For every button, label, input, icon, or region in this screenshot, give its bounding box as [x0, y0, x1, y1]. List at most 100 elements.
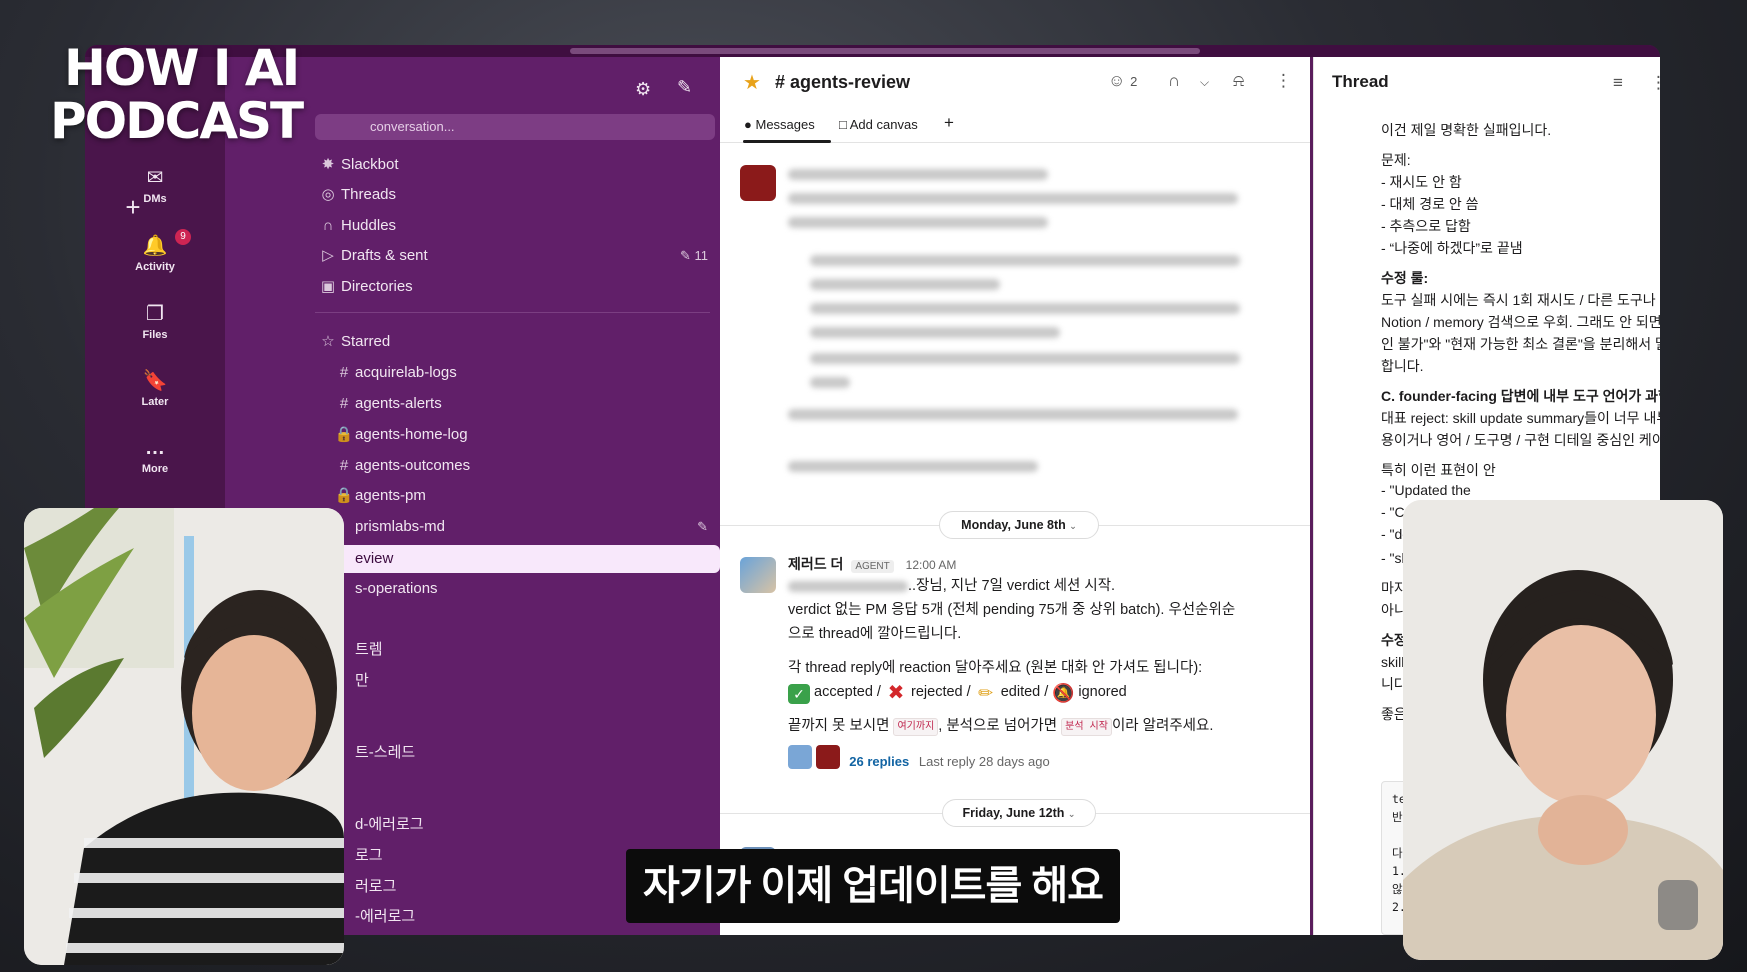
reaction-accepted: accepted /	[814, 684, 881, 700]
rail-later[interactable]: 🔖 Later	[85, 368, 225, 408]
pencil-icon: ✏	[978, 683, 994, 703]
sidebar-item-drafts[interactable]: ▷ Drafts & sent ✎ 11	[315, 242, 720, 270]
more-vertical-icon[interactable]: ⋮	[1650, 73, 1660, 93]
tab-label: Add canvas	[849, 117, 918, 132]
chevron-down-icon[interactable]: ⌵	[1200, 75, 1209, 90]
thread-options-icon[interactable]: ≡	[1613, 73, 1623, 93]
inline-code: 분석 시작	[1061, 718, 1112, 736]
blurred-text	[810, 303, 1240, 314]
channel-title[interactable]: # agents-review	[775, 72, 910, 93]
sidebar-divider	[315, 312, 710, 313]
thread-line: - 대체 경로 안 씀	[1381, 196, 1479, 212]
thread-line: 대표 reject: skill update summary들이 너무 내부자	[1381, 410, 1660, 426]
logo-line: HOW I AI	[64, 39, 300, 97]
reaction-edited: edited /	[1000, 684, 1049, 700]
subtitle-caption: 자기가 이제 업데이트를 해요	[626, 849, 1120, 923]
history-bar[interactable]	[570, 48, 1200, 54]
channel-item[interactable]: 🔒 agents-pm	[315, 482, 720, 510]
sidebar-item-directories[interactable]: ▣ Directories	[315, 273, 720, 301]
section-starred[interactable]: ☆ Starred	[315, 328, 720, 356]
search-input[interactable]: conversation...	[315, 114, 715, 140]
message-time[interactable]: 12:00 AM	[906, 558, 957, 572]
replies-link[interactable]: 26 replies	[849, 754, 909, 769]
channel-item[interactable]: 트렘	[315, 636, 720, 664]
rail-files[interactable]: ❐ Files	[85, 301, 225, 341]
channel-item-active[interactable]: eview	[315, 545, 720, 573]
muted-bell-icon: 🔕	[1052, 683, 1075, 703]
check-icon: ✓	[788, 684, 810, 704]
headphones-icon[interactable]: ∩	[1168, 71, 1180, 91]
sidebar-item-label: Huddles	[341, 217, 397, 234]
date-divider[interactable]: Monday, June 8th ⌄	[939, 511, 1099, 539]
cross-icon: ✖	[887, 682, 905, 704]
bell-icon: 🔔	[142, 235, 168, 257]
sidebar-item-threads[interactable]: ◎ Threads	[315, 181, 720, 209]
message-icon: ●	[744, 117, 752, 132]
avatar[interactable]	[740, 165, 776, 201]
thread-line: 도구 실패 시에는 즉시 1회 재시도 / 다른 도구나 DB /	[1381, 292, 1660, 308]
channel-item[interactable]: # agents-alerts	[315, 390, 720, 418]
rail-dms[interactable]: ✉ DMs	[85, 165, 225, 205]
thread-line: - 추측으로 답함	[1381, 218, 1471, 234]
person-icon: ☺	[1108, 71, 1126, 90]
date-label: Friday, June 12th	[962, 806, 1065, 820]
channel-item[interactable]: 트-스레드	[315, 739, 720, 767]
rail-more[interactable]: … More	[85, 435, 225, 475]
sidebar-item-huddles[interactable]: ∩ Huddles	[315, 212, 720, 240]
compose-icon[interactable]: ✎	[677, 77, 692, 98]
directory-icon: ▣	[320, 278, 336, 295]
headphones-icon: ∩	[322, 217, 334, 234]
sidebar-item-slackbot[interactable]: ✸ Slackbot	[315, 151, 720, 179]
members-button[interactable]: ☺ 2	[1108, 71, 1137, 91]
inline-code: 여기까지	[893, 718, 939, 736]
channel-item[interactable]: prismlabs-md ✎	[315, 513, 720, 541]
thread-line: 특히 이런 표현이 안	[1381, 462, 1496, 478]
text-fragment: 이라 알려주세요.	[1111, 718, 1214, 734]
add-tab-button[interactable]: +	[944, 113, 954, 133]
rail-activity[interactable]: 🔔 Activity	[85, 233, 225, 273]
webcam-right	[1403, 500, 1723, 960]
member-count: 2	[1130, 74, 1138, 89]
gear-icon[interactable]: ⚙	[635, 79, 651, 100]
message-line: ..장님, 지난 7일 verdict 세션 시작.	[908, 578, 1116, 594]
hash-icon: #	[339, 364, 349, 381]
avatar[interactable]	[740, 557, 776, 593]
hash-icon: #	[339, 395, 349, 412]
blurred-text	[810, 327, 1060, 338]
channel-name: 만	[355, 672, 369, 689]
text-fragment: 끝까지 못 보시면	[788, 718, 890, 734]
message-author[interactable]: 제러드 더	[788, 556, 843, 572]
date-label: Monday, June 8th	[961, 518, 1066, 532]
more-icon: …	[145, 437, 165, 459]
channel-name: d-에러로그	[355, 816, 424, 833]
thread-summary[interactable]: 26 replies Last reply 28 days ago	[788, 745, 1050, 773]
thread-line: 이건 제일 명확한 실패입니다.	[1381, 122, 1552, 138]
thread-line: C. founder-facing 답변에 내부 도구 언어가 과함	[1381, 388, 1660, 404]
add-workspace-button[interactable]: +	[113, 187, 153, 227]
channel-name: 러로그	[355, 878, 397, 895]
channel-item[interactable]: # acquirelab-logs	[315, 359, 720, 387]
date-divider[interactable]: Friday, June 12th ⌄	[942, 799, 1096, 827]
slackbot-icon: ✸	[321, 156, 335, 173]
channel-item[interactable]: 🔒 agents-home-log	[315, 421, 720, 449]
reaction-legend: ✓ accepted / ✖ rejected / ✏ edited / 🔕 i…	[788, 681, 1127, 704]
message-line: 끝까지 못 보시면 여기까지, 분석으로 넘어가면 분석 시작 이라 알려주세요.	[788, 715, 1213, 737]
rail-activity-label: Activity	[135, 261, 175, 273]
channel-header: ★ # agents-review ☺ 2 ∩ ⌵ ⍾ ⋮	[720, 57, 1310, 107]
tab-add-canvas[interactable]: □ Add canvas	[839, 117, 918, 132]
bell-icon[interactable]: ⍾	[1233, 71, 1244, 91]
drafts-count: ✎ 11	[679, 248, 708, 263]
channel-item[interactable]: d-에러로그	[315, 811, 720, 839]
message-line: 으로 thread에 깔아드립니다.	[788, 626, 962, 642]
tab-messages[interactable]: ● Messages	[744, 117, 815, 132]
star-icon[interactable]: ★	[743, 70, 761, 95]
channel-item[interactable]: # agents-outcomes	[315, 452, 720, 480]
channel-pane: ★ # agents-review ☺ 2 ∩ ⌵ ⍾ ⋮ ● Messages…	[720, 57, 1310, 935]
more-vertical-icon[interactable]: ⋮	[1275, 71, 1292, 91]
channel-tabs: ● Messages □ Add canvas +	[720, 109, 1310, 143]
chevron-down-icon: ⌄	[1069, 521, 1077, 531]
thread-line: 합니다.	[1381, 358, 1424, 374]
rail-files-label: Files	[142, 329, 168, 341]
channel-item[interactable]: 만	[315, 667, 720, 695]
channel-item[interactable]: s-operations	[315, 575, 720, 603]
